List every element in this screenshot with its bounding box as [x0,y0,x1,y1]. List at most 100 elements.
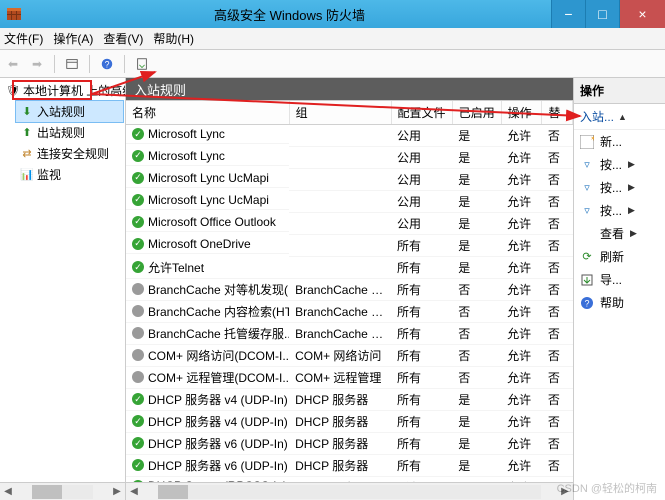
rule-enabled: 是 [452,411,501,433]
export-icon[interactable] [133,55,151,73]
rule-status-icon: ✓ [132,150,144,162]
table-row[interactable]: ✓Microsoft Lync UcMapi公用是允许否 [126,191,573,213]
table-row[interactable]: COM+ 网络访问(DCOM-I...COM+ 网络访问所有否允许否 [126,345,573,367]
rule-name: DHCP 服务器 v4 (UDP-In) [148,391,288,408]
tree-inbound-label: 入站规则 [37,103,85,120]
table-row[interactable]: ✓Microsoft Office Outlook公用是允许否 [126,213,573,235]
rule-status-icon [132,327,144,339]
tree-monitor-label: 监视 [37,166,61,183]
menu-view[interactable]: 查看(V) [103,30,143,47]
rule-op: 允许 [501,433,542,455]
rule-op: 允许 [501,323,542,345]
action-export[interactable]: 导... [574,268,665,291]
chevron-right-icon: ▶ [628,205,635,216]
table-row[interactable]: ✓DHCP 服务器 v4 (UDP-In)DHCP 服务器所有是允许否 [126,389,573,411]
tree-outbound[interactable]: ⬆ 出站规则 [16,122,123,143]
menu-action[interactable]: 操作(A) [53,30,93,47]
col-repl[interactable]: 替 [542,101,573,125]
table-row[interactable]: ✓DHCP 服务器 v6 (UDP-In)DHCP 服务器所有是允许否 [126,455,573,477]
svg-text:?: ? [105,59,110,69]
action-filter-2[interactable]: ▿ 按... ▶ [574,176,665,199]
tree-root-label: 本地计算机 上的高级 [23,82,126,99]
table-row[interactable]: COM+ 远程管理(DCOM-I...COM+ 远程管理所有否允许否 [126,367,573,389]
table-row[interactable]: ✓Microsoft Lync公用是允许否 [126,147,573,169]
tree-connsec[interactable]: ⇄ 连接安全规则 [16,143,123,164]
outbound-icon: ⬆ [20,126,34,140]
rule-repl: 否 [542,169,573,191]
menu-help[interactable]: 帮助(H) [153,30,194,47]
rule-profile: 所有 [391,323,452,345]
refresh-icon: ⟳ [580,250,594,264]
scroll-left-icon[interactable]: ◀ [126,486,142,497]
rule-op: 允许 [501,389,542,411]
rule-profile: 所有 [391,301,452,323]
rule-name: DHCP 服务器 v4 (UDP-In) [148,413,288,430]
close-button[interactable]: × [619,0,665,28]
firewall-icon [6,6,22,22]
window-title: 高级安全 Windows 防火墙 [28,5,551,24]
rules-grid[interactable]: 名称 组 配置文件 已启用 操作 替 ✓Microsoft Lync公用是允许否… [126,100,573,482]
table-row[interactable]: BranchCache 对等机发现(...BranchCache - ...所有… [126,279,573,301]
rule-profile: 所有 [391,367,452,389]
rule-profile: 所有 [391,257,452,279]
rule-enabled: 否 [452,345,501,367]
rule-group: DHCP 服务器 [289,433,391,455]
table-row[interactable]: ✓Microsoft Lync公用是允许否 [126,125,573,147]
tree-scrollbar[interactable]: ◀ ▶ [0,482,125,500]
action-help[interactable]: ? 帮助 [574,291,665,314]
col-op[interactable]: 操作 [501,101,542,125]
tree-root[interactable]: 🛡 本地计算机 上的高级 [2,80,123,101]
svg-text:✶: ✶ [590,135,594,143]
chevron-right-icon: ▶ [628,182,635,193]
table-row[interactable]: ✓Microsoft Lync UcMapi公用是允许否 [126,169,573,191]
separator [54,55,55,73]
rule-enabled: 是 [452,125,501,147]
rule-enabled: 是 [452,191,501,213]
col-enabled[interactable]: 已启用 [452,101,501,125]
rule-enabled: 否 [452,301,501,323]
tree-inbound[interactable]: ⬇ 入站规则 [16,101,123,122]
grid-scrollbar[interactable]: ◀ ▶ [126,482,573,500]
col-profile[interactable]: 配置文件 [391,101,452,125]
scroll-left-icon[interactable]: ◀ [0,486,16,497]
rule-op: 允许 [501,279,542,301]
rule-enabled: 是 [452,235,501,257]
rule-repl: 否 [542,411,573,433]
action-refresh[interactable]: ⟳ 刷新 [574,245,665,268]
rule-op: 允许 [501,455,542,477]
action-view[interactable]: 查看 ▶ [574,222,665,245]
col-group[interactable]: 组 [289,101,391,125]
rule-name: Microsoft OneDrive [148,237,251,251]
table-row[interactable]: ✓允许Telnet所有是允许否 [126,257,573,279]
chevron-up-icon[interactable]: ▲ [618,112,627,122]
action-new-rule[interactable]: ✶ 新... [574,130,665,153]
scroll-right-icon[interactable]: ▶ [109,486,125,497]
help-icon[interactable]: ? [98,55,116,73]
rule-op: 允许 [501,191,542,213]
table-row[interactable]: ✓DHCP 服务器 v6 (UDP-In)DHCP 服务器所有是允许否 [126,433,573,455]
action-export-label: 导... [600,271,622,288]
table-row[interactable]: BranchCache 内容检索(HT...BranchCache - ...所… [126,301,573,323]
rule-name: BranchCache 内容检索(HT... [148,303,289,320]
refresh-icon[interactable] [63,55,81,73]
rule-enabled: 是 [452,213,501,235]
col-name[interactable]: 名称 [126,101,289,125]
action-filter2-label: 按... [600,179,622,196]
toolbar: ⬅ ➡ ? [0,50,665,78]
rule-group: DHCP 服务器 [289,455,391,477]
scroll-right-icon[interactable]: ▶ [557,486,573,497]
rule-profile: 所有 [391,455,452,477]
table-row[interactable]: BranchCache 托管缓存服...BranchCache - ...所有否… [126,323,573,345]
rule-name: COM+ 远程管理(DCOM-I... [148,369,289,386]
table-row[interactable]: ✓DHCP 服务器 v4 (UDP-In)DHCP 服务器所有是允许否 [126,411,573,433]
action-filter-3[interactable]: ▿ 按... ▶ [574,199,665,222]
action-new-label: 新... [600,133,622,150]
action-filter-1[interactable]: ▿ 按... ▶ [574,153,665,176]
minimize-button[interactable]: − [551,0,585,28]
tree-monitor[interactable]: 📊 监视 [16,164,123,185]
menu-file[interactable]: 文件(F) [4,30,43,47]
table-row[interactable]: ✓Microsoft OneDrive所有是允许否 [126,235,573,257]
rule-status-icon [132,305,144,317]
maximize-button[interactable]: □ [585,0,619,28]
rule-status-icon: ✓ [132,261,144,273]
